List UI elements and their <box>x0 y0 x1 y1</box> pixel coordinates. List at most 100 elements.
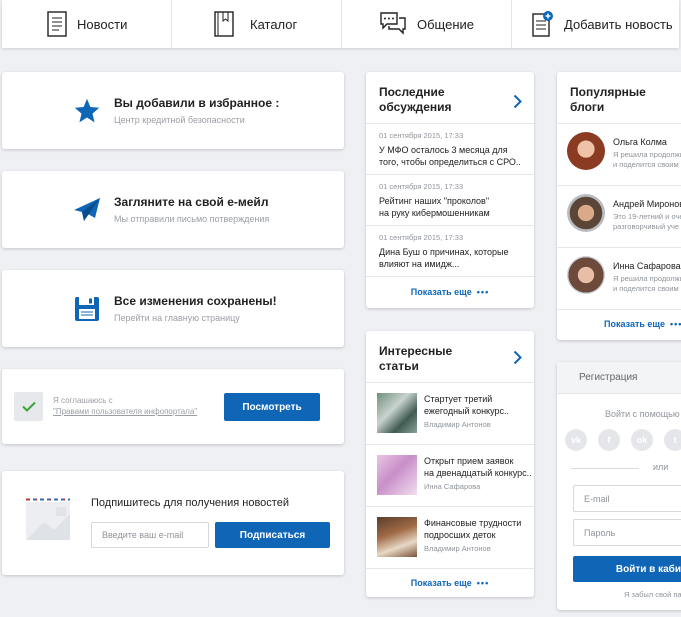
vk-icon[interactable]: vk <box>565 429 587 451</box>
discussion-line: влияют на имидж... <box>379 259 460 269</box>
add-news-icon <box>532 11 554 37</box>
more-dots-icon: ••• <box>670 319 681 329</box>
discussion-date: 01 сентября 2015, 17:33 <box>379 131 464 140</box>
social-login-label: Войти с помощью <box>605 409 680 419</box>
blog-author: Андрей Миронов <box>613 199 681 209</box>
discussions-title-line2: обсуждения <box>379 100 452 114</box>
discussion-item[interactable]: 01 сентября 2015, 17:33 Дина Буш о причи… <box>366 226 534 277</box>
blog-line: и поделится своим <box>613 284 679 293</box>
article-item[interactable]: Финансовые трудности подросших деток Влади… <box>366 507 534 569</box>
subscribe-email-input[interactable]: Введите ваш e-mail <box>91 522 209 548</box>
articles-card: Интересные статьи Стартует третий ежегодны… <box>366 331 534 597</box>
blog-author: Ольга Колма <box>613 137 667 147</box>
nav-item-chat[interactable]: Общение <box>342 0 512 48</box>
subscribe-card: Подпишитесь для получения новостей Введи… <box>2 471 344 575</box>
blog-item[interactable]: Ольга Колма Я решила продолжи и поделится … <box>557 124 681 186</box>
blog-author: Инна Сафарова <box>613 261 681 271</box>
articles-more-link[interactable]: Показать еще ••• <box>366 569 534 597</box>
nav-item-add-news[interactable]: Добавить новость <box>512 0 679 48</box>
articles-title-line1: Интересные <box>379 344 453 358</box>
discussion-line: на руку кибермошенникам <box>379 208 490 218</box>
discussion-date: 01 сентября 2015, 17:33 <box>379 233 464 242</box>
view-button[interactable]: Посмотреть <box>224 393 320 421</box>
discussion-line: У МФО осталось 3 месяца для <box>379 145 508 155</box>
discussion-text: У МФО осталось 3 месяца для того, чтобы о… <box>379 144 521 168</box>
nav-item-news[interactable]: Новости <box>2 0 172 48</box>
notice-subtitle: Центр кредитной безопасности <box>114 115 245 125</box>
discussions-card: Последние обсуждения 01 сентября 2015, 17… <box>366 72 534 308</box>
blog-line: Я решила продолжи <box>613 274 681 283</box>
divider <box>571 468 639 469</box>
article-thumbnail <box>377 455 417 495</box>
discussion-item[interactable]: 01 сентября 2015, 17:33 У МФО осталось 3… <box>366 124 534 175</box>
newspaper-icon <box>47 11 67 37</box>
blogs-title: Популярные блоги <box>570 85 646 115</box>
articles-title: Интересные статьи <box>379 344 452 374</box>
articles-title-line2: статьи <box>379 359 419 373</box>
article-author: Владимир Антонов <box>424 420 491 429</box>
chevron-right-icon[interactable] <box>513 94 522 114</box>
article-item[interactable]: Стартует третий ежегодный конкурс.. Владим… <box>366 383 534 445</box>
register-card: Регистрация Войти с помощью vk f ok t ил… <box>557 362 681 610</box>
blogs-title-line1: Популярные <box>570 85 646 99</box>
chat-bubbles-icon <box>379 11 407 37</box>
article-thumbnail <box>377 517 417 557</box>
facebook-icon[interactable]: f <box>598 429 620 451</box>
article-item[interactable]: Открыт прием заявок на двенадцатый конкур… <box>366 445 534 507</box>
nav-label: Новости <box>77 16 128 32</box>
article-line: подросших деток <box>424 530 496 540</box>
tab-register[interactable]: Регистрация <box>557 362 681 394</box>
articles-header: Интересные статьи <box>366 331 534 383</box>
avatar <box>567 132 605 170</box>
blog-item[interactable]: Инна Сафарова Я решила продолжи и поделитс… <box>557 248 681 310</box>
blog-line: разговорчивый уче <box>613 222 680 231</box>
login-button[interactable]: Войти в каби <box>573 556 681 582</box>
discussion-text: Рейтинг наших "проколов" на руку кибермош… <box>379 195 521 219</box>
forgot-password-link[interactable]: Я забыл свой па <box>624 590 681 599</box>
notice-favorite: Вы добавили в избранное : Центр кредитно… <box>2 72 344 149</box>
nav-label: Общение <box>417 16 475 32</box>
blog-line: Я решила продолжи <box>613 150 681 159</box>
agreement-link[interactable]: "Правами пользователя инфопортала" <box>53 407 197 416</box>
paper-plane-icon <box>72 197 102 223</box>
subscribe-button[interactable]: Подписаться <box>215 522 330 548</box>
envelope-icon <box>24 498 76 549</box>
blog-excerpt: Я решила продолжи и поделится своим <box>613 150 681 170</box>
odnoklassniki-icon[interactable]: ok <box>631 429 653 451</box>
article-line: ежегодный конкурс.. <box>424 406 509 416</box>
email-field[interactable]: E-mail <box>573 485 681 512</box>
more-dots-icon: ••• <box>476 287 490 297</box>
notice-title: Все изменения сохранены! <box>114 294 277 308</box>
star-icon <box>72 97 102 125</box>
more-label: Показать еще <box>410 287 472 297</box>
nav-label: Добавить новость <box>564 16 673 32</box>
article-line: Открыт прием заявок <box>424 456 514 466</box>
subscribe-title: Подпишитесь для получения новостей <box>91 497 289 509</box>
article-thumbnail <box>377 393 417 433</box>
top-nav: Новости Каталог Общение Добавить новость <box>2 0 679 48</box>
notice-subtitle: Мы отправили письмо потверждения <box>114 214 270 224</box>
twitter-icon[interactable]: t <box>664 429 681 451</box>
notice-title: Вы добавили в избранное : <box>114 96 280 110</box>
chevron-right-icon[interactable] <box>513 350 522 370</box>
nav-item-catalog[interactable]: Каталог <box>172 0 342 48</box>
discussion-item[interactable]: 01 сентября 2015, 17:33 Рейтинг наших "п… <box>366 175 534 226</box>
blogs-header: Популярные блоги <box>557 72 681 124</box>
agreement-checkbox[interactable] <box>14 392 43 421</box>
article-line: Стартует третий <box>424 394 493 404</box>
discussions-more-link[interactable]: Показать еще ••• <box>366 277 534 307</box>
password-placeholder: Пароль <box>584 527 616 538</box>
password-field[interactable]: Пароль <box>573 519 681 546</box>
blogs-more-link[interactable]: Показать еще ••• <box>557 310 681 338</box>
blogs-card: Популярные блоги Ольга Колма Я решила прод… <box>557 72 681 340</box>
discussion-line: Рейтинг наших "проколов" <box>379 196 490 206</box>
agreement-text: Я соглашаюсь с <box>53 396 113 405</box>
nav-label: Каталог <box>250 16 298 32</box>
notice-subtitle: Перейти на главную страницу <box>114 313 240 323</box>
blog-item[interactable]: Андрей Миронов Это 19-летний и оче разгово… <box>557 186 681 248</box>
article-title: Стартует третий ежегодный конкурс.. <box>424 393 509 417</box>
notice-title: Загляните на свой е-мейл <box>114 195 269 209</box>
more-label: Показать еще <box>410 578 472 588</box>
catalog-book-icon <box>214 11 234 37</box>
agreement-card: Я соглашаюсь с "Правами пользователя инф… <box>2 369 344 444</box>
